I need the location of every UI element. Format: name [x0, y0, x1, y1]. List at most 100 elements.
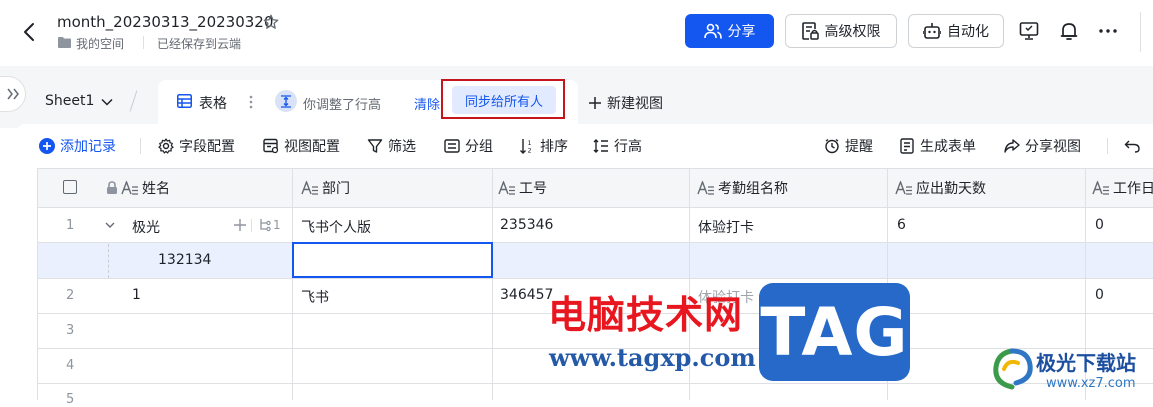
subrecord-count-label: 1: [273, 218, 281, 232]
filter-icon: [367, 139, 383, 153]
back-button[interactable]: [18, 20, 42, 44]
row-number: 2: [66, 288, 75, 303]
highlight-box: [441, 79, 565, 119]
table-cell[interactable]: 0: [1095, 287, 1104, 303]
column-header-label: 工作日: [1113, 181, 1153, 197]
advanced-permissions-button[interactable]: 高级权限: [785, 14, 897, 48]
folder-icon: [58, 37, 71, 48]
grid-view-icon: [177, 94, 192, 108]
adjusted-row-height-notice: 你调整了行高: [303, 98, 382, 113]
sheet-name[interactable]: Sheet1: [45, 93, 94, 109]
column-header-id[interactable]: 工号: [498, 178, 547, 198]
table-cell[interactable]: 1: [132, 287, 141, 303]
divider: [140, 138, 141, 154]
bell-icon[interactable]: [1059, 21, 1079, 41]
field-config-button[interactable]: 字段配置: [158, 136, 235, 156]
share-view-button[interactable]: 分享视图: [1004, 136, 1081, 156]
share-label: 分享: [727, 24, 756, 40]
generate-form-label: 生成表单: [920, 139, 976, 155]
table-cell[interactable]: 体验打卡: [698, 217, 754, 237]
table-cell[interactable]: 飞书: [301, 287, 329, 307]
view-config-label: 视图配置: [284, 139, 340, 155]
divider: [1107, 138, 1108, 154]
presentation-icon[interactable]: [1019, 21, 1039, 41]
subrecord-count[interactable]: 1: [259, 218, 281, 232]
table-cell[interactable]: 346457: [500, 287, 553, 303]
column-header-required-days[interactable]: 应出勤天数: [895, 178, 986, 198]
table-cell[interactable]: 235346: [500, 217, 553, 233]
reminder-button[interactable]: 提醒: [824, 136, 873, 156]
row-height-button[interactable]: 行高: [593, 136, 642, 156]
table-cell[interactable]: 飞书个人版: [301, 217, 371, 237]
filter-label: 筛选: [388, 139, 416, 155]
table-cell[interactable]: 132134: [158, 252, 211, 268]
more-icon[interactable]: [1098, 21, 1118, 41]
save-status: 已经保存到云端: [157, 37, 242, 51]
group-label: 分组: [465, 139, 493, 155]
share-arrow-icon: [1004, 139, 1020, 153]
vertical-more-icon[interactable]: [248, 94, 254, 110]
lock-icon: [107, 181, 117, 194]
users-icon: [703, 23, 722, 39]
add-subrecord-icon[interactable]: [233, 218, 247, 232]
column-header-label: 部门: [322, 181, 350, 197]
generate-form-button[interactable]: 生成表单: [899, 136, 976, 156]
view-name: 表格: [199, 96, 227, 112]
collapse-chevron-icon[interactable]: [104, 219, 116, 231]
robot-icon: [923, 23, 941, 39]
add-record-label: 添加记录: [60, 139, 116, 155]
clear-button[interactable]: 清除: [414, 94, 440, 113]
automation-button[interactable]: 自动化: [908, 14, 1004, 48]
document-title: month_20230313_20230320: [57, 13, 274, 31]
column-header-dept[interactable]: 部门: [301, 178, 350, 198]
row-number: 4: [66, 358, 75, 373]
row-height-icon: [593, 139, 608, 153]
sort-icon: 12: [520, 139, 532, 155]
active-cell[interactable]: [292, 242, 493, 278]
grid-line: [37, 383, 1153, 384]
column-header-label: 工号: [519, 181, 547, 197]
filter-button[interactable]: 筛选: [367, 136, 416, 156]
grid-line: [37, 278, 1153, 279]
column-header-attendance-group[interactable]: 考勤组名称: [697, 178, 788, 198]
row-height-adjust-icon: [275, 90, 297, 112]
select-all-checkbox[interactable]: [63, 180, 77, 194]
share-button[interactable]: 分享: [685, 14, 774, 48]
plus-icon: [589, 97, 601, 109]
grid-line: [492, 168, 493, 400]
column-header-label: 姓名: [142, 181, 170, 197]
column-header-label: 考勤组名称: [718, 181, 788, 197]
location-link[interactable]: 我的空间: [76, 35, 124, 52]
new-view-button[interactable]: 新建视图: [588, 93, 663, 113]
chevron-down-icon[interactable]: [100, 95, 114, 109]
watermark-site-name: 极光下载站: [1036, 351, 1136, 375]
view-settings-icon: [263, 138, 279, 154]
column-header-workdays[interactable]: 工作日: [1092, 178, 1153, 198]
text-field-icon: [121, 181, 138, 195]
watermark-tag-logo: TAG: [759, 283, 910, 381]
share-view-label: 分享视图: [1025, 139, 1081, 155]
text-field-icon: [301, 181, 318, 195]
permission-document-icon: [801, 22, 819, 40]
table-cell[interactable]: 0: [1095, 217, 1104, 233]
sort-button[interactable]: 12 排序: [519, 136, 568, 156]
table-cell[interactable]: 6: [897, 217, 906, 233]
add-record-button[interactable]: 添加记录: [39, 136, 116, 156]
grid-line: [292, 168, 293, 400]
clock-icon: [825, 138, 839, 154]
view-config-button[interactable]: 视图配置: [263, 136, 340, 156]
text-field-icon: [697, 181, 714, 195]
group-button[interactable]: 分组: [444, 136, 493, 156]
table-cell[interactable]: 极光: [132, 217, 160, 237]
column-header-name[interactable]: 姓名: [106, 178, 170, 198]
add-circle-icon: [39, 138, 55, 154]
svg-text:2: 2: [528, 147, 532, 155]
star-icon[interactable]: [262, 13, 280, 31]
undo-button[interactable]: [1124, 136, 1140, 156]
tree-line: [108, 244, 110, 278]
text-field-icon: [1092, 181, 1109, 195]
subtask-icon: [260, 219, 271, 232]
automation-label: 自动化: [947, 24, 989, 40]
watermark-url: www.tagxp.com: [549, 343, 756, 372]
row-height-label: 行高: [614, 139, 642, 155]
